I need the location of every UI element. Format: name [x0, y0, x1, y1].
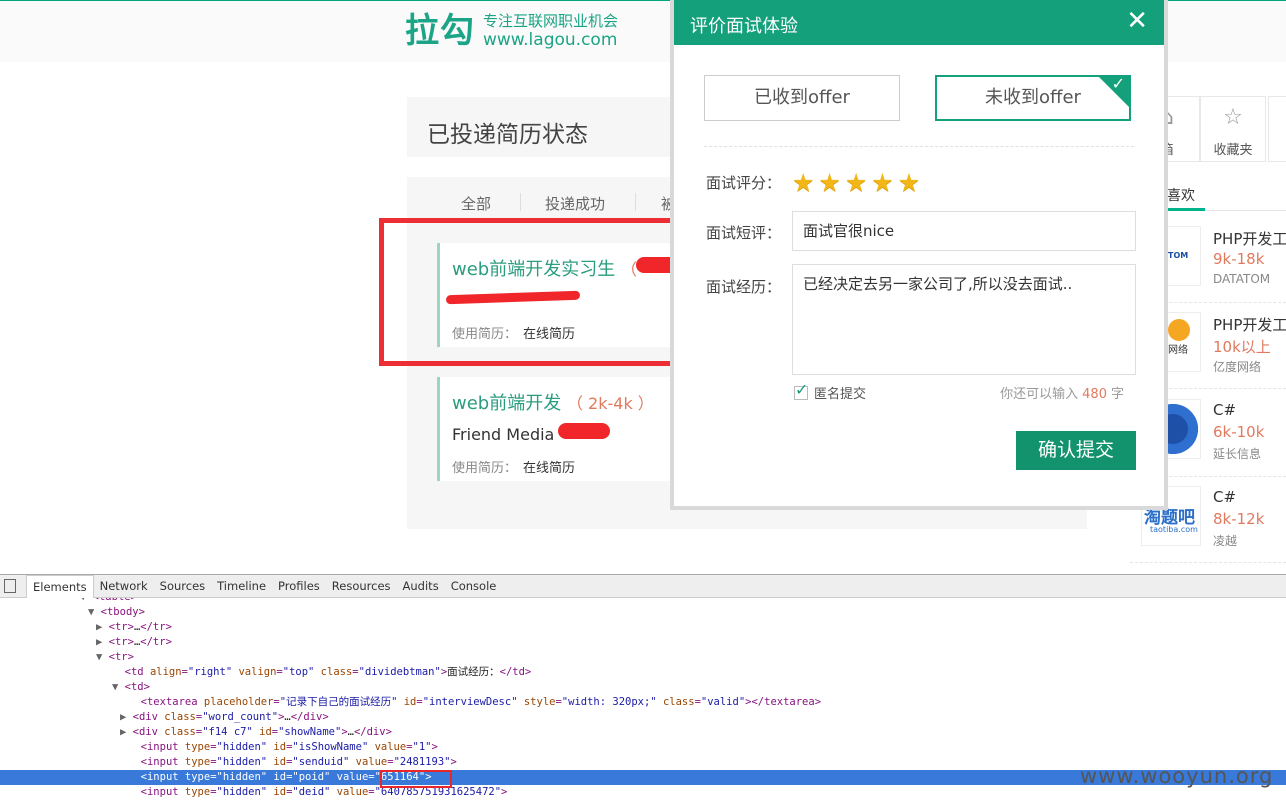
company-name[interactable]: Friend Media [452, 425, 554, 444]
resume-label: 使用简历： [452, 461, 518, 476]
devtools-tab-timeline[interactable]: Timeline [211, 575, 272, 598]
dom-node-line[interactable]: ▶ <div class="f14 c7" id="showName">…</d… [0, 725, 1286, 740]
logo-subtext: taotiba.com [1150, 525, 1198, 534]
dom-node-line[interactable]: ▼ <table> [0, 598, 1286, 605]
job-card[interactable]: web前端开发 （ 2k-4k ） Friend Media 使用简历： 在线简历 [437, 377, 677, 481]
dialog-header: 评价面试体验 ✕ [674, 0, 1164, 45]
resume-value: 在线简历 [523, 461, 576, 476]
anonymous-option[interactable]: 匿名提交 [794, 380, 867, 402]
rec-title: PHP开发工 [1213, 316, 1286, 334]
dialog-divider [704, 146, 1134, 147]
rec-title: C# [1213, 488, 1237, 506]
devtools-tab-resources[interactable]: Resources [326, 575, 397, 598]
job-salary: （ 2k-4k ） [566, 394, 654, 413]
star-rating[interactable]: ★ ★ ★ ★ ★ [792, 170, 924, 196]
anonymous-label: 匿名提交 [814, 387, 867, 402]
star-icon[interactable]: ★ [898, 170, 920, 196]
dom-node-line[interactable]: ▼ <td> [0, 680, 1286, 695]
dom-node-line[interactable]: ▼ <tr> [0, 650, 1286, 665]
tab-divider [635, 193, 636, 211]
offer-not-received-label: 未收到offer [985, 87, 1081, 108]
word-count-suffix: 字 [1110, 387, 1124, 402]
devtools-tab-audits[interactable]: Audits [397, 575, 445, 598]
resume-used: 使用简历： 在线简历 [452, 457, 575, 476]
experience-label: 面试经历： [706, 278, 782, 296]
star-icon[interactable]: ★ [845, 170, 867, 196]
rec-company: DATATOM [1213, 272, 1271, 286]
logo-mark [1168, 319, 1190, 341]
dom-node-line[interactable]: <input type="hidden" id="isShowName" val… [0, 740, 1286, 755]
dom-node-line[interactable]: ▼ <tbody> [0, 605, 1286, 620]
value-highlight-annotation [380, 770, 452, 788]
job-title[interactable]: web前端开发 （ 2k-4k ） [452, 389, 654, 415]
word-count-prefix: 你还可以输入 [1000, 387, 1079, 402]
experience-textarea[interactable]: 已经决定去另一家公司了,所以没去面试.. [792, 264, 1136, 375]
logo-url: www.lagou.com [483, 30, 618, 50]
rec-title: C# [1213, 401, 1237, 419]
logo-text: 网络 [1168, 345, 1188, 356]
logo-mark: 拉勾 [405, 11, 475, 51]
favorites-button[interactable]: ☆ 收藏夹 [1200, 96, 1266, 162]
dom-node-line[interactable]: <td align="right" valign="top" class="di… [0, 665, 1286, 680]
job-title-text: web前端开发 [452, 393, 562, 414]
highlight-annotation [379, 218, 710, 366]
rec-title: PHP开发工 [1213, 230, 1286, 248]
rec-company: 亿度网络 [1213, 360, 1262, 374]
star-outline-icon: ☆ [1223, 105, 1243, 130]
logo-text: 专注互联网职业机会 www.lagou.com [483, 12, 618, 50]
tab-delivered[interactable]: 投递成功 [545, 193, 605, 214]
devtools-tabs: Elements Network Sources Timeline Profiles Re… [26, 574, 503, 598]
more-button[interactable] [1268, 96, 1286, 162]
devtools-tab-elements[interactable]: Elements [26, 574, 94, 598]
dom-node-line[interactable]: ▶ <tr>…</tr> [0, 620, 1286, 635]
short-comment-input[interactable]: 面试官很nice [792, 211, 1136, 251]
offer-received-button[interactable]: 已收到offer [704, 75, 900, 121]
devtools-tab-profiles[interactable]: Profiles [272, 575, 326, 598]
word-count-number: 480 [1082, 387, 1107, 402]
dialog-title: 评价面试体验 [690, 16, 798, 37]
lagou-logo[interactable]: 拉勾 专注互联网职业机会 www.lagou.com [405, 11, 618, 51]
divider [1130, 562, 1286, 563]
favorites-label: 收藏夹 [1213, 143, 1253, 158]
dom-node-line[interactable]: <textarea placeholder="记录下自己的面试经历" id="i… [0, 695, 1286, 710]
redaction-scribble [558, 423, 610, 439]
rec-salary: 8k-12k [1213, 510, 1265, 528]
submit-button[interactable]: 确认提交 [1016, 431, 1136, 470]
interview-review-dialog: 评价面试体验 ✕ 已收到offer 未收到offer ✓ 面试评分： ★ ★ ★ ★ ★… [670, 0, 1168, 510]
anonymous-checkbox[interactable] [794, 380, 808, 400]
sidebar-heading: 喜欢 [1167, 188, 1195, 204]
rating-label: 面试评分： [706, 174, 782, 192]
rec-company: 凌越 [1213, 534, 1238, 548]
star-icon[interactable]: ★ [871, 170, 893, 196]
logo-slogan: 专注互联网职业机会 [483, 12, 619, 30]
devtools-tab-console[interactable]: Console [445, 575, 503, 598]
close-icon[interactable]: ✕ [1126, 6, 1148, 36]
offer-not-received-button[interactable]: 未收到offer ✓ [935, 75, 1131, 121]
page-title: 已投递简历状态 [427, 122, 588, 148]
dom-node-line[interactable]: ▶ <tr>…</tr> [0, 635, 1286, 650]
star-icon[interactable]: ★ [818, 170, 840, 196]
rec-salary: 10k以上 [1213, 338, 1271, 356]
word-count: 你还可以输入 480 字 [1000, 383, 1124, 402]
rec-salary: 9k-18k [1213, 250, 1265, 268]
devtools-toolbar: Elements Network Sources Timeline Profiles Re… [0, 574, 1286, 598]
rec-company: 延长信息 [1213, 447, 1262, 461]
devtools-tab-sources[interactable]: Sources [154, 575, 212, 598]
watermark: www.wooyun.org [1080, 764, 1274, 788]
checkmark-icon: ✓ [1111, 74, 1125, 93]
devtools-tab-network[interactable]: Network [94, 575, 154, 598]
star-icon[interactable]: ★ [792, 170, 814, 196]
dom-node-line[interactable]: ▶ <div class="word_count">…</div> [0, 710, 1286, 725]
tab-divider [520, 193, 521, 211]
rec-salary: 6k-10k [1213, 423, 1265, 441]
tab-all[interactable]: 全部 [461, 193, 491, 214]
dock-icon[interactable] [4, 579, 16, 593]
short-comment-label: 面试短评： [706, 224, 782, 242]
logo-text: TOM [1168, 251, 1189, 260]
